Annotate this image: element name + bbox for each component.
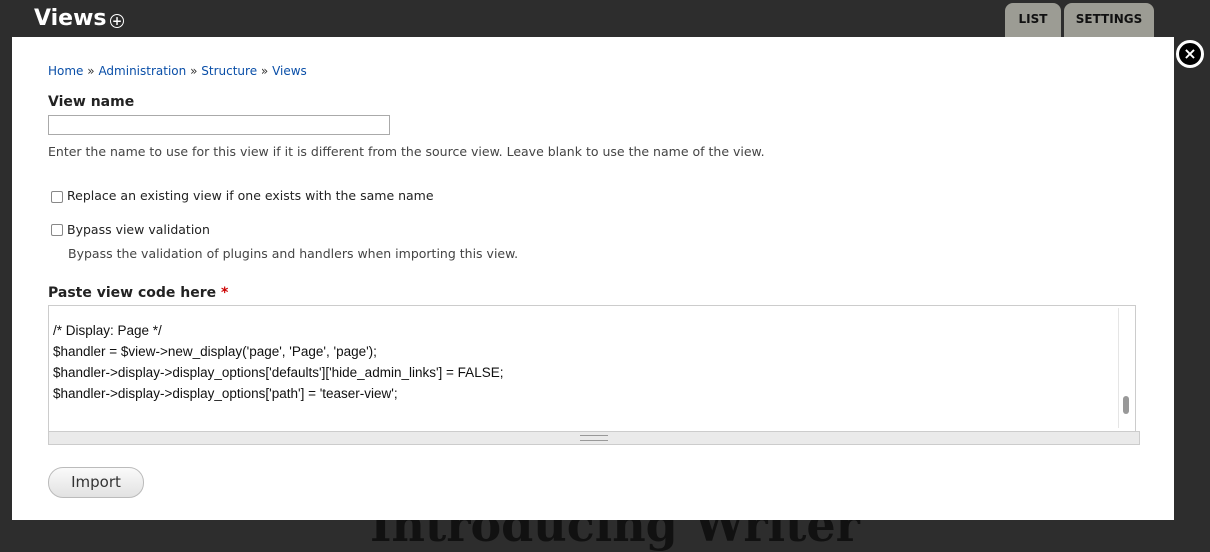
scrollbar[interactable] <box>1118 308 1131 428</box>
breadcrumb-home[interactable]: Home <box>48 64 83 78</box>
plus-circle-icon[interactable]: + <box>110 14 124 28</box>
breadcrumb: Home » Administration » Structure » View… <box>48 64 307 78</box>
breadcrumb-sep: » <box>87 64 95 78</box>
view-code-textarea[interactable]: /* Display: Page */ $handler = $view->ne… <box>48 305 1136 431</box>
code-line: $handler->display->display_options['path… <box>53 386 398 401</box>
code-line: $handler = $view->new_display('page', 'P… <box>53 344 377 359</box>
code-label-text: Paste view code here <box>48 285 217 301</box>
replace-checkbox[interactable] <box>51 191 63 203</box>
tab-list[interactable]: LIST <box>1005 3 1061 37</box>
page-title: Views <box>34 6 107 31</box>
tab-settings[interactable]: SETTINGS <box>1064 3 1154 37</box>
close-icon[interactable]: × <box>1176 40 1204 68</box>
breadcrumb-structure[interactable]: Structure <box>201 64 257 78</box>
bypass-checkbox[interactable] <box>51 224 63 236</box>
import-dialog: Home » Administration » Structure » View… <box>12 37 1174 520</box>
breadcrumb-views[interactable]: Views <box>272 64 307 78</box>
import-button[interactable]: Import <box>48 467 144 498</box>
view-name-input[interactable] <box>48 115 390 135</box>
bypass-label: Bypass view validation <box>67 222 210 237</box>
bypass-description: Bypass the validation of plugins and han… <box>68 246 519 261</box>
code-line: $handler->display->display_options['defa… <box>53 365 504 380</box>
breadcrumb-sep: » <box>260 64 269 78</box>
scrollbar-thumb[interactable] <box>1123 396 1129 414</box>
code-line: /* Display: Page */ <box>53 323 162 338</box>
view-name-label: View name <box>48 94 135 110</box>
breadcrumb-sep: » <box>190 64 198 78</box>
code-label: Paste view code here * <box>48 285 228 301</box>
resize-grippie[interactable] <box>48 431 1140 445</box>
view-name-description: Enter the name to use for this view if i… <box>48 144 765 159</box>
breadcrumb-administration[interactable]: Administration <box>98 64 186 78</box>
replace-label: Replace an existing view if one exists w… <box>67 188 434 203</box>
required-mark: * <box>221 285 229 301</box>
